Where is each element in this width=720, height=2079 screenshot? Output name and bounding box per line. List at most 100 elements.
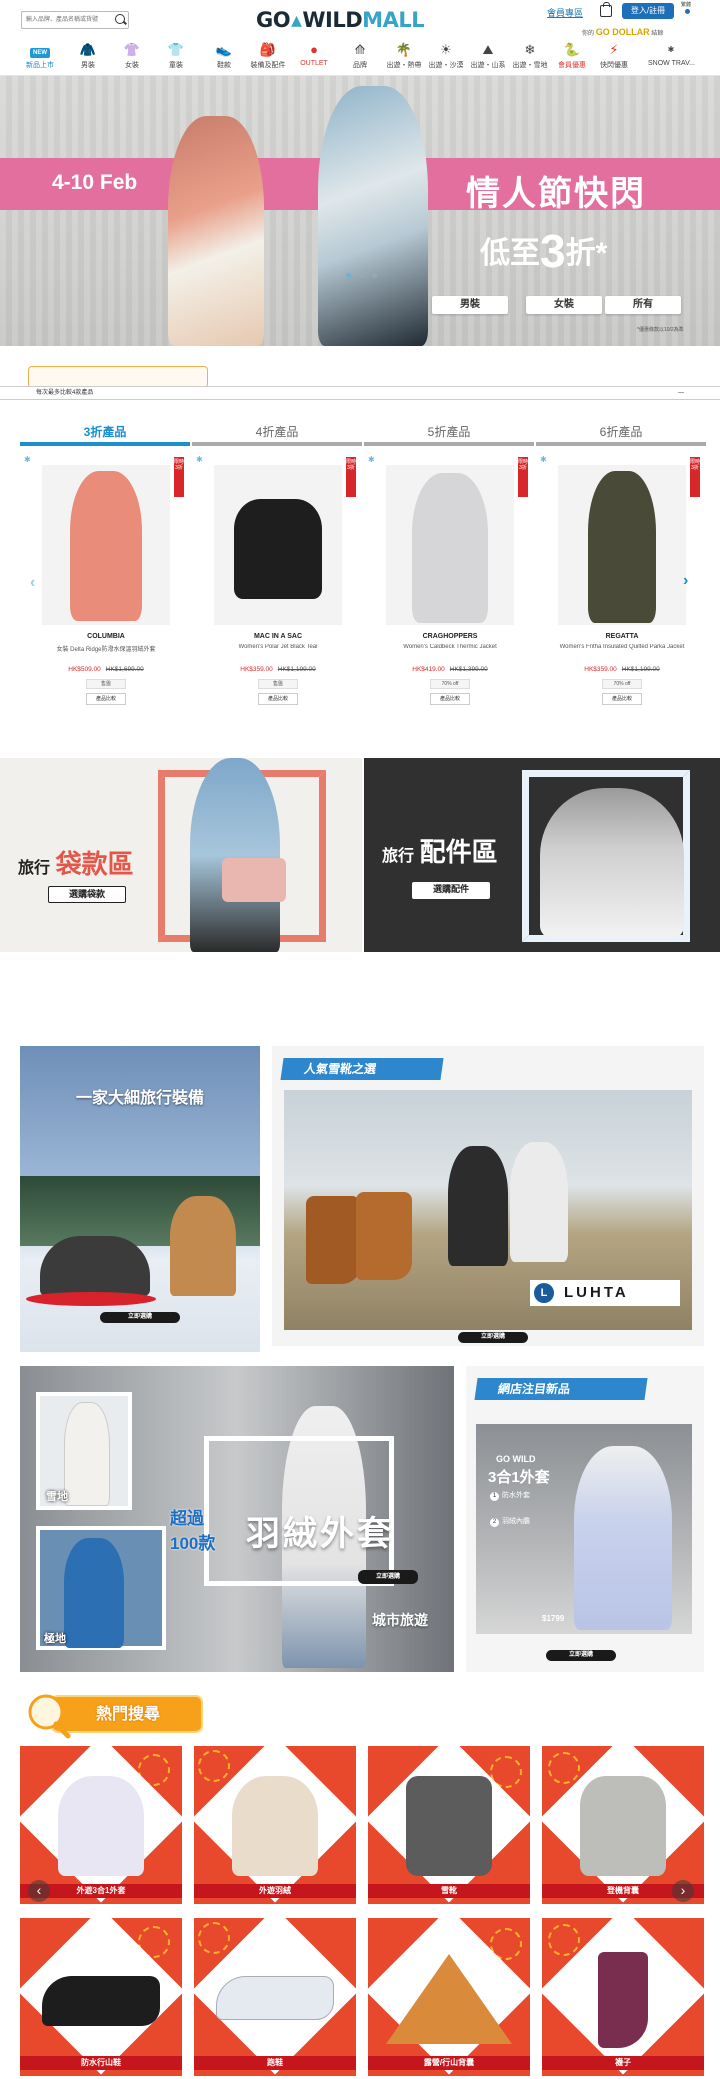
hot-tile[interactable]: 露營/行山背囊	[368, 1918, 530, 2076]
nav-item-brands[interactable]: ⟰ 品牌	[340, 40, 380, 74]
nav-label: 裝備及配件	[250, 62, 286, 69]
new-tag-icon: NEW	[20, 40, 60, 60]
hero-women-button[interactable]: 女裝	[526, 296, 602, 314]
search-icon[interactable]	[115, 14, 125, 24]
product-image[interactable]	[558, 465, 686, 625]
new-shop-button[interactable]: 立即選購	[546, 1650, 616, 1661]
product-card[interactable]: ✱ 限時3折 COLUMBIA 女裝 Delta Ridge防潑水保溫羽絨外套 …	[22, 453, 190, 716]
logo-arrow-icon: ▲	[291, 13, 302, 29]
site-logo[interactable]: GO▲WILDMALL	[256, 8, 425, 32]
hot-next-icon[interactable]: ›	[672, 1880, 694, 1902]
down-shop-button[interactable]: 立即選購	[358, 1570, 418, 1584]
nav-item-men[interactable]: 🧥 男裝	[68, 40, 108, 74]
hero-date: 4-10 Feb	[52, 171, 138, 194]
number-2-icon: 2	[490, 1518, 499, 1527]
tab-underline	[192, 442, 362, 446]
shopping-bag-icon[interactable]	[600, 2, 612, 17]
language-switch[interactable]: 繁體	[681, 2, 691, 17]
carousel-dot[interactable]	[359, 273, 364, 278]
member-area-link[interactable]: 會員專區	[547, 6, 583, 19]
product-name[interactable]: Women's Polar Jet Black Teal	[194, 644, 362, 650]
tab-30-percent[interactable]: 3折產品	[20, 422, 190, 446]
carousel-prev-icon[interactable]: ‹	[30, 574, 35, 592]
login-register-button[interactable]: 登入/註冊	[622, 3, 674, 19]
boots-shop-button[interactable]: 立即選購	[458, 1332, 528, 1343]
shop-accessories-button[interactable]: 選購配件	[412, 882, 490, 899]
count-prefix: 超過	[170, 1509, 204, 1528]
language-dot-icon	[685, 9, 690, 14]
compare-button[interactable]: 產品比較	[602, 693, 642, 705]
nav-item-new[interactable]: NEW 新品上市	[20, 40, 60, 74]
family-shop-button[interactable]: 立即選購	[100, 1312, 180, 1323]
collapse-icon[interactable]: —	[678, 387, 684, 399]
tab-40-percent[interactable]: 4折產品	[192, 422, 362, 446]
nav-item-shoes[interactable]: 👟 鞋款	[204, 40, 244, 74]
nav-item-women[interactable]: 👚 女裝	[112, 40, 152, 74]
nav-item-tropical[interactable]: 🌴 出遊・熱帶	[384, 40, 424, 74]
search-input[interactable]	[21, 11, 129, 29]
new-brand: GO WILD	[496, 1454, 536, 1464]
nav-label: 男裝	[81, 62, 95, 69]
hero-men-button[interactable]: 男裝	[432, 296, 508, 314]
nav-item-snow-travel[interactable]: ✱ SNOW TRAV...	[648, 40, 695, 74]
hot-tile[interactable]: 跑鞋	[194, 1918, 356, 2076]
tab-50-percent[interactable]: 5折產品	[364, 422, 534, 446]
hot-tile[interactable]: 雪靴	[368, 1746, 530, 1904]
carousel-dot[interactable]	[372, 273, 377, 278]
travel-bags-banner[interactable]: 旅行 袋款區 選購袋款	[0, 758, 362, 952]
carousel-dot-active[interactable]	[346, 273, 351, 278]
language-label: 繁體	[681, 2, 692, 8]
product-card[interactable]: ✱ 限時3折 CRAGHOPPERS Women's Caldbeck Ther…	[366, 453, 534, 716]
bag-banner-title: 旅行 袋款區	[18, 844, 134, 881]
hero-all-button[interactable]: 所有	[605, 296, 681, 314]
carousel-next-icon[interactable]: ›	[683, 572, 688, 590]
hero-banner[interactable]: 4-10 Feb 情人節快閃 低至3折* 男裝 女裝 所有 *優惠條款以10/2…	[0, 76, 720, 346]
tab-underline	[536, 442, 706, 446]
product-name[interactable]: Women's Caldbeck Thermic Jacket	[366, 644, 534, 650]
new-arrivals-banner[interactable]: 網店注目新品 GO WILD 3合1外套 1 防水外套 2 羽絨內膽 $1799 立…	[466, 1366, 704, 1672]
tab-underline	[364, 442, 534, 446]
nav-item-snow[interactable]: ❄ 出遊・雪地	[510, 40, 550, 74]
nav-item-kids[interactable]: 👕 童裝	[156, 40, 196, 74]
godollar-balance: 你的 GO DOLLAR 結餘	[582, 27, 663, 37]
hot-prev-icon[interactable]: ‹	[28, 1880, 50, 1902]
product-card[interactable]: ✱ 限時3折 REGATTA Women's Fritha Insulated …	[538, 453, 706, 716]
title-main: 配件區	[419, 837, 498, 867]
hot-tile[interactable]: 外遊羽絨	[194, 1746, 356, 1904]
snow-boots-banner[interactable]: 人氣雪靴之選 L LUHTA 立即選購	[272, 1046, 704, 1346]
compare-button[interactable]: 產品比較	[258, 693, 298, 705]
godollar-prefix: 你的	[582, 31, 595, 37]
product-badge: 限時3折	[174, 457, 184, 497]
travel-accessories-banner[interactable]: 旅行 配件區 選購配件	[364, 758, 720, 952]
compare-button[interactable]: 產品比較	[86, 693, 126, 705]
nav-item-gear[interactable]: 🎒 裝備及配件	[248, 40, 288, 74]
product-card[interactable]: ✱ 限時3折 MAC IN A SAC Women's Polar Jet Bl…	[194, 453, 362, 716]
nav-item-outlet[interactable]: ● OUTLET	[294, 40, 334, 74]
price-was: HK$1,199.00	[621, 666, 660, 673]
product-image[interactable]	[386, 465, 514, 625]
item-label: 防水外套	[502, 1492, 530, 1499]
product-badge: 限時3折	[346, 457, 356, 497]
compare-button[interactable]: 產品比較	[430, 693, 470, 705]
hot-tile[interactable]: 襪子	[542, 1918, 704, 2076]
family-travel-banner[interactable]: 一家大細旅行裝備 立即選購	[20, 1046, 260, 1352]
shop-bags-button[interactable]: 選購袋款	[48, 886, 126, 903]
product-price: HK$359.00 HK$1,199.00	[538, 666, 706, 673]
product-name[interactable]: 女裝 Delta Ridge防潑水保溫羽絨外套	[22, 644, 190, 653]
nav-item-member-offer[interactable]: 🐍 會員優惠	[552, 40, 592, 74]
nav-label: 快閃優惠	[600, 62, 628, 69]
hot-tile[interactable]: 外遊3合1外套	[20, 1746, 182, 1904]
compare-notice-bar: 每次最多比較4款產品 —	[0, 386, 720, 400]
tab-60-percent[interactable]: 6折產品	[536, 422, 706, 446]
hot-tile[interactable]: 防水行山鞋	[20, 1918, 182, 2076]
compare-notice-text: 每次最多比較4款產品	[36, 390, 94, 396]
nav-item-mountain[interactable]: ⛰ 出遊・山系	[468, 40, 508, 74]
product-image[interactable]	[214, 465, 342, 625]
nav-label: 鞋款	[217, 62, 231, 69]
nav-item-desert[interactable]: ☀ 出遊・沙漠	[426, 40, 466, 74]
product-name[interactable]: Women's Fritha Insulated Quilted Parka J…	[538, 644, 706, 650]
product-image[interactable]	[42, 465, 170, 625]
down-jackets-banner[interactable]: 雪地 極地 超過 100款 羽絨外套 立即選購 城市旅遊	[20, 1366, 454, 1672]
nav-item-flash[interactable]: ⚡ 快閃優惠	[594, 40, 634, 74]
discount-tabs: 3折產品 4折產品 5折產品 6折產品	[20, 422, 706, 446]
